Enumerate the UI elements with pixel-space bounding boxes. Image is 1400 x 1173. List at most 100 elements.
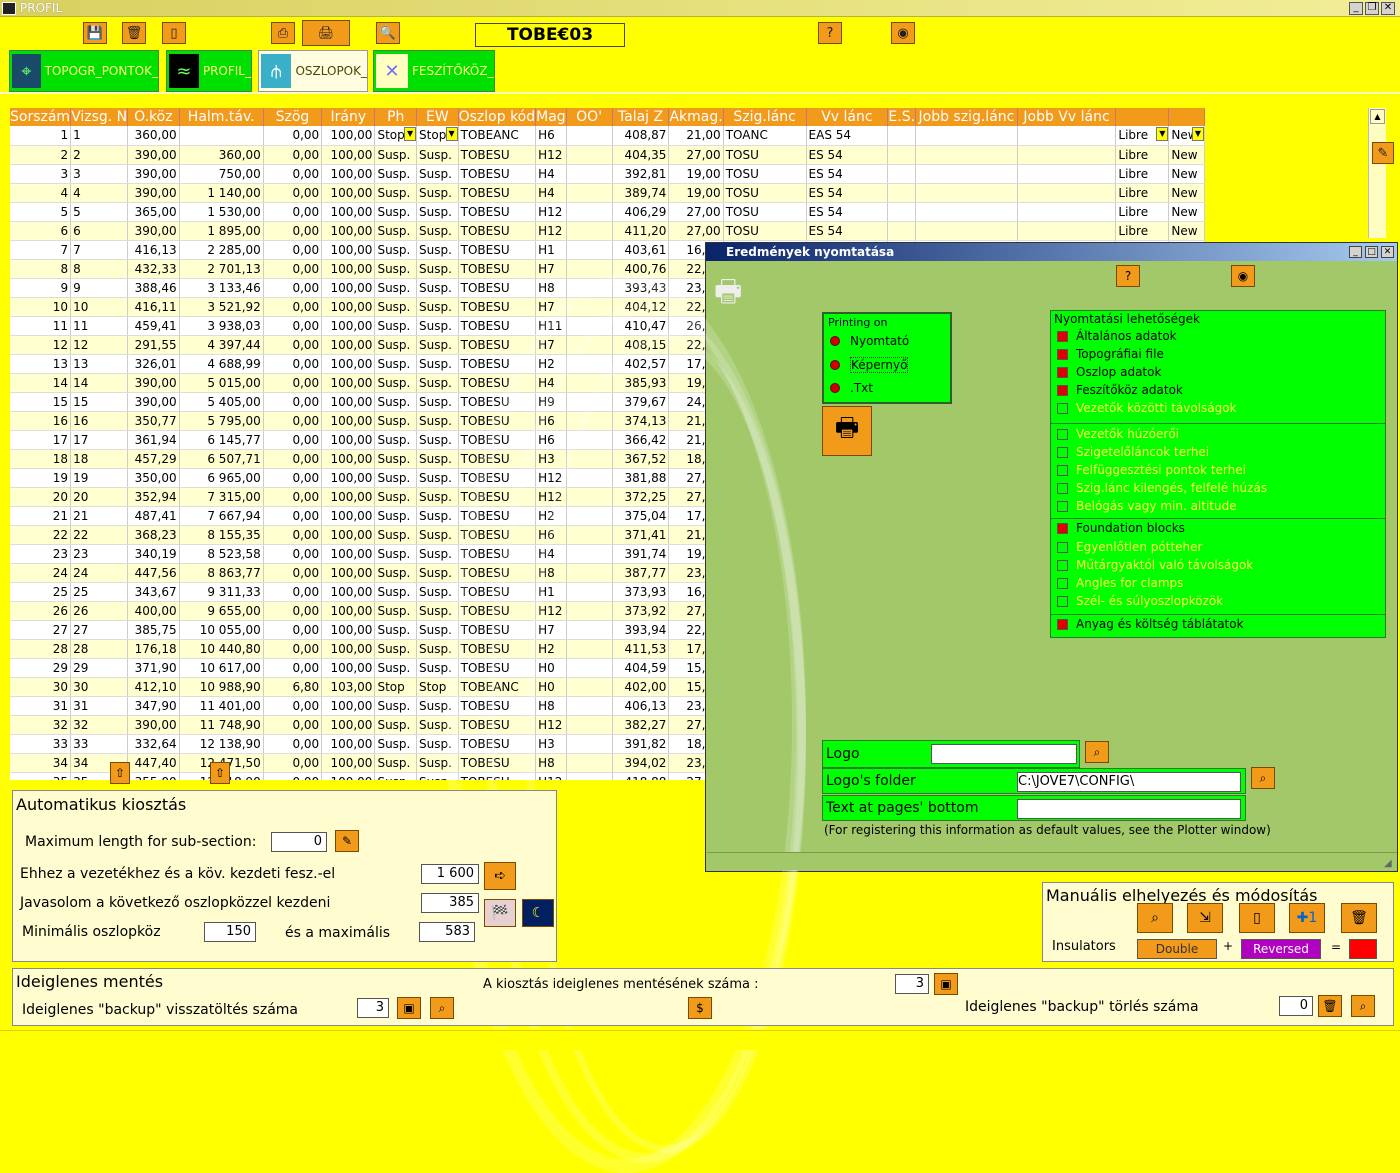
table-cell[interactable]: 0,00	[263, 487, 323, 507]
radio-screen[interactable]: Képernyő	[830, 357, 909, 373]
table-cell[interactable]: Susp.	[374, 734, 418, 754]
table-cell[interactable]: 9	[10, 278, 72, 298]
table-cell[interactable]: Susp.	[374, 696, 418, 716]
delete-input[interactable]: 0	[1279, 996, 1313, 1016]
table-cell[interactable]: Libre	[1115, 164, 1170, 184]
table-cell[interactable]: 19,00	[668, 183, 724, 203]
column-header[interactable]: Jobb Vv lánc	[1017, 108, 1117, 126]
table-cell[interactable]: 16	[10, 411, 72, 431]
checkbox[interactable]	[1057, 541, 1068, 553]
table-cell[interactable]: 5 405,00	[179, 392, 264, 412]
table-cell[interactable]: TOSU	[723, 145, 807, 165]
table-cell[interactable]: 0,00	[263, 601, 323, 621]
table-cell[interactable]: Susp.	[416, 525, 459, 545]
table-cell[interactable]: Susp.	[416, 582, 459, 602]
table-cell[interactable]	[915, 126, 1018, 146]
delete-view-icon[interactable]: ⌕	[1351, 995, 1375, 1017]
table-cell[interactable]: New	[1168, 221, 1205, 241]
table-cell[interactable]: Susp.	[416, 487, 459, 507]
table-cell[interactable]	[566, 240, 613, 260]
table-cell[interactable]: 33	[70, 734, 129, 754]
apply-arrow-button[interactable]: ➪	[484, 862, 516, 890]
tab-topogr[interactable]: ⌖ TOPOGR_PONTOK_	[9, 50, 159, 92]
manual-add-button[interactable]: ✚1	[1289, 903, 1325, 933]
print-option[interactable]: Műtárgyaktól való távolságok	[1057, 558, 1253, 572]
table-cell[interactable]: 21	[10, 506, 72, 526]
table-cell[interactable]: 100,00	[321, 582, 376, 602]
table-cell[interactable]: 1 530,00	[179, 202, 264, 222]
table-cell[interactable]: 3 133,46	[179, 278, 264, 298]
table-cell[interactable]: Susp.	[374, 373, 418, 393]
chevron-down-icon[interactable]: ▼	[445, 127, 458, 141]
table-cell[interactable]: 7	[70, 240, 129, 260]
table-cell[interactable]: TOBESU	[458, 221, 537, 241]
table-row[interactable]: 4 4 390,00 1 140,00 0,00 100,00 Susp. Susp. TOBE…	[10, 183, 1205, 203]
table-cell[interactable]: 6 145,77	[179, 430, 264, 450]
table-cell[interactable]: 25	[10, 582, 72, 602]
table-cell[interactable]: 100,00	[321, 487, 376, 507]
table-cell[interactable]: 0,00	[263, 164, 323, 184]
table-cell[interactable]: 0,00	[263, 202, 323, 222]
column-header[interactable]: Halm.táv.	[179, 108, 264, 126]
table-cell[interactable]: TOBESU	[458, 202, 537, 222]
column-header[interactable]: Ph	[374, 108, 418, 126]
table-cell[interactable]: 390,00	[127, 164, 180, 184]
table-cell[interactable]: TOBESU	[458, 183, 537, 203]
table-cell[interactable]: New	[1168, 145, 1205, 165]
column-header[interactable]: Jobb szig.lánc	[915, 108, 1018, 126]
table-cell[interactable]: 0,00	[263, 563, 323, 583]
table-cell[interactable]: 1 895,00	[179, 221, 264, 241]
print-option[interactable]: Vezetők közötti távolságok	[1057, 401, 1237, 415]
table-cell[interactable]: Susp.	[416, 259, 459, 279]
table-cell[interactable]: 24	[70, 563, 129, 583]
grid-scrollbar[interactable]: ▲	[1368, 108, 1386, 238]
table-cell[interactable]: 15	[10, 392, 72, 412]
table-cell[interactable]: 100,00	[321, 620, 376, 640]
table-cell[interactable]	[915, 145, 1018, 165]
table-cell[interactable]: TOBESU	[458, 240, 537, 260]
table-cell[interactable]: 15	[70, 392, 129, 412]
chevron-down-icon[interactable]: ▼	[404, 127, 416, 141]
table-cell[interactable]: 100,00	[321, 544, 376, 564]
table-cell[interactable]: 447,40	[127, 753, 180, 773]
table-cell[interactable]: Susp.	[416, 145, 459, 165]
table-cell[interactable]: 326,01	[127, 354, 180, 374]
table-cell[interactable]: 100,00	[321, 601, 376, 621]
table-cell[interactable]: ES 54	[806, 183, 889, 203]
table-cell[interactable]: 10 617,00	[179, 658, 264, 678]
table-cell[interactable]: 403,61	[612, 240, 670, 260]
table-cell[interactable]: 27	[70, 620, 129, 640]
table-cell[interactable]: 6	[10, 221, 72, 241]
help-icon[interactable]: ?	[818, 22, 842, 44]
table-cell[interactable]: 28	[10, 639, 72, 659]
table-cell[interactable]: 25	[70, 582, 129, 602]
table-cell[interactable]: 32	[70, 715, 129, 735]
table-cell[interactable]: Susp.	[374, 449, 418, 469]
minimize-button[interactable]: _	[1349, 2, 1363, 15]
table-cell[interactable]	[179, 126, 264, 146]
column-header[interactable]: Vv lánc	[806, 108, 889, 126]
table-cell[interactable]: 388,46	[127, 278, 180, 298]
table-row[interactable]: 6 6 390,00 1 895,00 0,00 100,00 Susp. Susp. TOBE…	[10, 221, 1205, 241]
table-cell[interactable]: 18	[70, 449, 129, 469]
table-cell[interactable]: H8	[535, 278, 567, 298]
table-cell[interactable]: 385,75	[127, 620, 180, 640]
table-cell[interactable]: 0,00	[263, 183, 323, 203]
tab-oszlopok[interactable]: ⫛ OSZLOPOK_	[258, 50, 368, 92]
table-cell[interactable]: H1	[535, 240, 567, 260]
table-cell[interactable]: 0,00	[263, 221, 323, 241]
delete-basket-icon[interactable]: 🗑	[1318, 995, 1342, 1017]
backup-save-icon[interactable]: ▣	[934, 973, 958, 995]
print-option[interactable]: Általános adatok	[1057, 329, 1177, 343]
table-cell[interactable]: 29	[10, 658, 72, 678]
column-header[interactable]: Irány	[321, 108, 376, 126]
save-icon[interactable]: 💾	[83, 22, 107, 44]
table-cell[interactable]: 30	[10, 677, 72, 697]
table-cell[interactable]: New ▼	[1168, 126, 1205, 146]
table-cell[interactable]: 4 688,99	[179, 354, 264, 374]
table-cell[interactable]: 343,67	[127, 582, 180, 602]
table-cell[interactable]: Susp.	[416, 221, 459, 241]
table-row[interactable]: 3 3 390,00 750,00 0,00 100,00 Susp. Susp. TOBESU…	[10, 164, 1205, 184]
table-cell[interactable]: ES 54	[806, 164, 889, 184]
table-cell[interactable]: 1	[70, 126, 129, 146]
